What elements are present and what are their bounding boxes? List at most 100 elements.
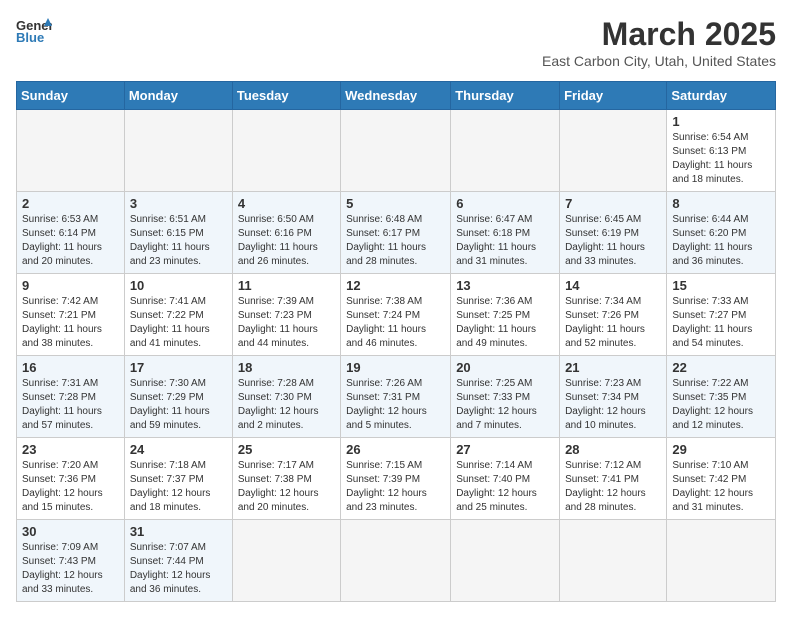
day-info: Sunrise: 7:30 AM Sunset: 7:29 PM Dayligh… xyxy=(130,377,227,433)
calendar-day-cell: 14 Sunrise: 7:34 AM Sunset: 7:26 PM Dayli… xyxy=(560,274,667,356)
calendar-day-cell: 8 Sunrise: 6:44 AM Sunset: 6:20 PM Daylig… xyxy=(667,192,776,274)
day-info: Sunrise: 6:53 AM Sunset: 6:14 PM Dayligh… xyxy=(22,213,119,269)
day-info: Sunrise: 6:45 AM Sunset: 6:19 PM Dayligh… xyxy=(565,213,661,269)
day-info: Sunrise: 6:50 AM Sunset: 6:16 PM Dayligh… xyxy=(238,213,335,269)
calendar-body: 1 Sunrise: 6:54 AM Sunset: 6:13 PM Daylig… xyxy=(17,110,776,602)
calendar-week-row: 30Sunrise: 7:09 AM Sunset: 7:43 PM Dayli… xyxy=(17,520,776,602)
calendar-day-cell: 22Sunrise: 7:22 AM Sunset: 7:35 PM Dayli… xyxy=(667,356,776,438)
day-info: Sunrise: 7:31 AM Sunset: 7:28 PM Dayligh… xyxy=(22,377,119,433)
day-number: 25 xyxy=(238,442,335,457)
calendar-table: SundayMondayTuesdayWednesdayThursdayFrid… xyxy=(16,81,776,602)
calendar-day-cell: 28 Sunrise: 7:12 AM Sunset: 7:41 PM Dayli… xyxy=(560,438,667,520)
calendar-day-cell: 7 Sunrise: 6:45 AM Sunset: 6:19 PM Daylig… xyxy=(560,192,667,274)
calendar-day-cell: 10Sunrise: 7:41 AM Sunset: 7:22 PM Dayli… xyxy=(124,274,232,356)
calendar-day-cell xyxy=(341,110,451,192)
calendar-day-cell xyxy=(560,110,667,192)
logo-icon: General Blue xyxy=(16,16,52,44)
day-info: Sunrise: 7:42 AM Sunset: 7:21 PM Dayligh… xyxy=(22,295,119,351)
calendar-day-cell: 23Sunrise: 7:20 AM Sunset: 7:36 PM Dayli… xyxy=(17,438,125,520)
day-number: 7 xyxy=(565,196,661,211)
weekday-header-monday: Monday xyxy=(124,82,232,110)
weekday-header-friday: Friday xyxy=(560,82,667,110)
day-info: Sunrise: 6:44 AM Sunset: 6:20 PM Dayligh… xyxy=(672,213,770,269)
day-number: 21 xyxy=(565,360,661,375)
calendar-day-cell: 2 Sunrise: 6:53 AM Sunset: 6:14 PM Daylig… xyxy=(17,192,125,274)
calendar-day-cell: 15Sunrise: 7:33 AM Sunset: 7:27 PM Dayli… xyxy=(667,274,776,356)
weekday-header-wednesday: Wednesday xyxy=(341,82,451,110)
day-info: Sunrise: 7:25 AM Sunset: 7:33 PM Dayligh… xyxy=(456,377,554,433)
weekday-header-saturday: Saturday xyxy=(667,82,776,110)
day-number: 8 xyxy=(672,196,770,211)
weekday-header-tuesday: Tuesday xyxy=(232,82,340,110)
day-info: Sunrise: 7:14 AM Sunset: 7:40 PM Dayligh… xyxy=(456,459,554,515)
calendar-day-cell xyxy=(17,110,125,192)
calendar-day-cell: 17Sunrise: 7:30 AM Sunset: 7:29 PM Dayli… xyxy=(124,356,232,438)
calendar-day-cell: 13 Sunrise: 7:36 AM Sunset: 7:25 PM Dayli… xyxy=(451,274,560,356)
calendar-day-cell: 21 Sunrise: 7:23 AM Sunset: 7:34 PM Dayli… xyxy=(560,356,667,438)
calendar-day-cell xyxy=(667,520,776,602)
day-info: Sunrise: 7:10 AM Sunset: 7:42 PM Dayligh… xyxy=(672,459,770,515)
day-number: 15 xyxy=(672,278,770,293)
header: General Blue March 2025 East Carbon City… xyxy=(16,16,776,69)
day-info: Sunrise: 7:12 AM Sunset: 7:41 PM Dayligh… xyxy=(565,459,661,515)
day-info: Sunrise: 7:34 AM Sunset: 7:26 PM Dayligh… xyxy=(565,295,661,351)
day-number: 31 xyxy=(130,524,227,539)
calendar-day-cell: 26Sunrise: 7:15 AM Sunset: 7:39 PM Dayli… xyxy=(341,438,451,520)
day-number: 2 xyxy=(22,196,119,211)
title-block: March 2025 East Carbon City, Utah, Unite… xyxy=(542,16,776,69)
day-info: Sunrise: 7:09 AM Sunset: 7:43 PM Dayligh… xyxy=(22,541,119,597)
day-info: Sunrise: 6:48 AM Sunset: 6:17 PM Dayligh… xyxy=(346,213,445,269)
calendar-day-cell xyxy=(124,110,232,192)
calendar-day-cell: 12 Sunrise: 7:38 AM Sunset: 7:24 PM Dayli… xyxy=(341,274,451,356)
calendar-day-cell: 19Sunrise: 7:26 AM Sunset: 7:31 PM Dayli… xyxy=(341,356,451,438)
day-info: Sunrise: 7:23 AM Sunset: 7:34 PM Dayligh… xyxy=(565,377,661,433)
calendar-day-cell xyxy=(560,520,667,602)
calendar-day-cell: 5Sunrise: 6:48 AM Sunset: 6:17 PM Daylig… xyxy=(341,192,451,274)
calendar-day-cell: 6Sunrise: 6:47 AM Sunset: 6:18 PM Daylig… xyxy=(451,192,560,274)
calendar-header-row: SundayMondayTuesdayWednesdayThursdayFrid… xyxy=(17,82,776,110)
day-info: Sunrise: 7:17 AM Sunset: 7:38 PM Dayligh… xyxy=(238,459,335,515)
calendar-day-cell: 4 Sunrise: 6:50 AM Sunset: 6:16 PM Daylig… xyxy=(232,192,340,274)
day-number: 4 xyxy=(238,196,335,211)
day-number: 14 xyxy=(565,278,661,293)
calendar-day-cell: 31Sunrise: 7:07 AM Sunset: 7:44 PM Dayli… xyxy=(124,520,232,602)
calendar-day-cell xyxy=(451,110,560,192)
calendar-day-cell xyxy=(341,520,451,602)
day-info: Sunrise: 7:39 AM Sunset: 7:23 PM Dayligh… xyxy=(238,295,335,351)
day-info: Sunrise: 7:28 AM Sunset: 7:30 PM Dayligh… xyxy=(238,377,335,433)
day-info: Sunrise: 7:41 AM Sunset: 7:22 PM Dayligh… xyxy=(130,295,227,351)
day-number: 26 xyxy=(346,442,445,457)
calendar-week-row: 16Sunrise: 7:31 AM Sunset: 7:28 PM Dayli… xyxy=(17,356,776,438)
day-number: 18 xyxy=(238,360,335,375)
day-number: 27 xyxy=(456,442,554,457)
day-number: 1 xyxy=(672,114,770,129)
location-subtitle: East Carbon City, Utah, United States xyxy=(542,53,776,69)
day-number: 9 xyxy=(22,278,119,293)
month-year-title: March 2025 xyxy=(542,16,776,53)
day-info: Sunrise: 7:38 AM Sunset: 7:24 PM Dayligh… xyxy=(346,295,445,351)
calendar-day-cell: 29Sunrise: 7:10 AM Sunset: 7:42 PM Dayli… xyxy=(667,438,776,520)
calendar-day-cell: 9 Sunrise: 7:42 AM Sunset: 7:21 PM Daylig… xyxy=(17,274,125,356)
svg-text:Blue: Blue xyxy=(16,30,44,44)
day-number: 20 xyxy=(456,360,554,375)
day-info: Sunrise: 7:36 AM Sunset: 7:25 PM Dayligh… xyxy=(456,295,554,351)
calendar-day-cell xyxy=(451,520,560,602)
calendar-day-cell: 30Sunrise: 7:09 AM Sunset: 7:43 PM Dayli… xyxy=(17,520,125,602)
calendar-week-row: 23Sunrise: 7:20 AM Sunset: 7:36 PM Dayli… xyxy=(17,438,776,520)
calendar-day-cell: 20 Sunrise: 7:25 AM Sunset: 7:33 PM Dayli… xyxy=(451,356,560,438)
calendar-day-cell: 18 Sunrise: 7:28 AM Sunset: 7:30 PM Dayli… xyxy=(232,356,340,438)
day-number: 3 xyxy=(130,196,227,211)
day-number: 28 xyxy=(565,442,661,457)
day-info: Sunrise: 7:20 AM Sunset: 7:36 PM Dayligh… xyxy=(22,459,119,515)
calendar-day-cell: 1 Sunrise: 6:54 AM Sunset: 6:13 PM Daylig… xyxy=(667,110,776,192)
day-info: Sunrise: 6:54 AM Sunset: 6:13 PM Dayligh… xyxy=(672,131,770,187)
day-number: 12 xyxy=(346,278,445,293)
logo: General Blue xyxy=(16,16,52,44)
calendar-day-cell xyxy=(232,520,340,602)
day-info: Sunrise: 6:51 AM Sunset: 6:15 PM Dayligh… xyxy=(130,213,227,269)
weekday-header-sunday: Sunday xyxy=(17,82,125,110)
calendar-day-cell: 11Sunrise: 7:39 AM Sunset: 7:23 PM Dayli… xyxy=(232,274,340,356)
day-info: Sunrise: 7:18 AM Sunset: 7:37 PM Dayligh… xyxy=(130,459,227,515)
day-number: 19 xyxy=(346,360,445,375)
day-number: 13 xyxy=(456,278,554,293)
